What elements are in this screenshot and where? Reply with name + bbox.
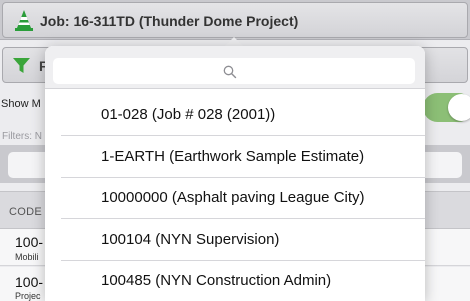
filters-label: Filters: N	[2, 131, 42, 142]
code-header-label: CODE	[9, 206, 42, 218]
search-icon	[223, 65, 237, 79]
job-list-item[interactable]: 1-EARTH (Earthwork Sample Estimate)	[45, 136, 425, 178]
job-list-item[interactable]: 10000000 (Asphalt paving League City)	[45, 177, 425, 219]
row-code: 100-	[15, 274, 44, 290]
row-description: Mobili	[15, 252, 39, 262]
traffic-cone-icon	[15, 10, 33, 31]
toggle-knob	[448, 94, 470, 121]
job-list-item[interactable]: 01-028 (Job # 028 (2001))	[45, 94, 425, 136]
row-code: 100-	[15, 234, 44, 250]
job-list-item[interactable]: 100485 (NYN Construction Admin)	[45, 260, 425, 301]
popover-search-bar	[45, 46, 425, 89]
job-bar: Job: 16-311TD (Thunder Dome Project)	[0, 0, 470, 40]
job-list-item[interactable]: 100104 (NYN Supervision)	[45, 219, 425, 261]
job-selector-label: Job: 16-311TD (Thunder Dome Project)	[40, 13, 299, 29]
job-item-label: 1-EARTH (Earthwork Sample Estimate)	[101, 148, 365, 165]
job-item-label: 10000000 (Asphalt paving League City)	[101, 189, 365, 206]
row-description: Projec	[15, 291, 41, 301]
job-selector-button[interactable]: Job: 16-311TD (Thunder Dome Project)	[2, 2, 468, 38]
job-item-label: 100485 (NYN Construction Admin)	[101, 272, 332, 289]
job-item-label: 100104 (NYN Supervision)	[101, 231, 280, 248]
funnel-icon	[13, 58, 30, 73]
job-picker-popover: 01-028 (Job # 028 (2001)) 1-EARTH (Earth…	[45, 46, 425, 301]
show-toggle-label: Show M	[1, 98, 41, 110]
job-item-label: 01-028 (Job # 028 (2001))	[101, 106, 276, 123]
